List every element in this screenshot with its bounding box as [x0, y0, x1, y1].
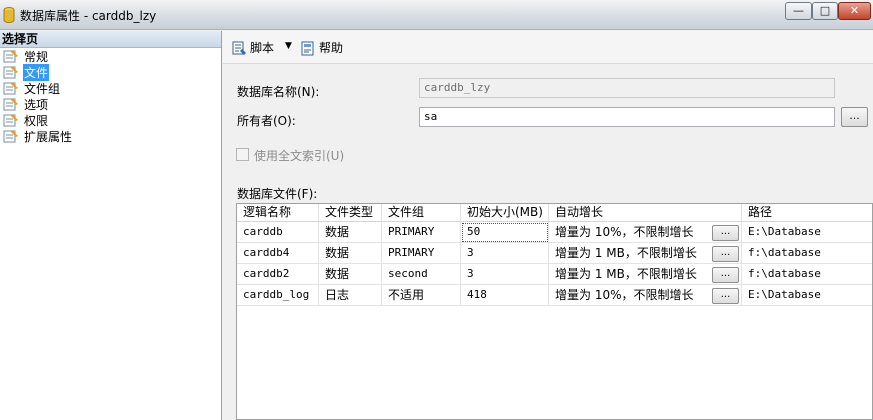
owner-label: 所有者(O):: [237, 114, 296, 128]
fulltext-checkbox[interactable]: [236, 148, 249, 161]
db-files-grid: 逻辑名称 文件类型 文件组 初始大小(MB) 自动增长 路径 carddb 数据 PRIMAR…: [236, 203, 873, 420]
cell-logical[interactable]: carddb2: [237, 264, 319, 285]
column-header[interactable]: 自动增长: [549, 204, 742, 221]
title-bar: 数据库属性 - carddb_lzy — □ ✕: [0, 0, 873, 30]
column-header[interactable]: 初始大小(MB): [461, 204, 549, 221]
page-icon: [3, 97, 19, 111]
growth-edit-button[interactable]: ...: [712, 288, 739, 304]
cell-filegroup[interactable]: 不适用: [382, 285, 461, 306]
page-item[interactable]: 常规: [0, 48, 221, 64]
table-row[interactable]: carddb4 数据 PRIMARY 3 增量为 1 MB，不限制增长... f:\dat…: [237, 243, 872, 264]
page-label: 权限: [24, 113, 49, 128]
page-item[interactable]: 扩展属性: [0, 128, 221, 144]
page-label: 文件组: [24, 81, 61, 96]
db-name-label: 数据库名称(N):: [237, 85, 320, 99]
minimize-button[interactable]: —: [785, 2, 812, 20]
cell-logical[interactable]: carddb_log: [237, 285, 319, 306]
page-item[interactable]: 文件: [0, 63, 221, 81]
cell-type[interactable]: 数据: [319, 264, 382, 285]
cell-path[interactable]: f:\database: [742, 243, 872, 264]
cell-filegroup[interactable]: PRIMARY: [382, 243, 461, 264]
help-button[interactable]: 帮助: [300, 39, 343, 56]
script-icon: [232, 41, 246, 55]
maximize-button[interactable]: □: [812, 2, 838, 20]
table-row[interactable]: carddb_log 日志 不适用 418 增量为 10%，不限制增长... E:\Dat…: [237, 285, 872, 306]
page-icon: [3, 81, 19, 95]
window-title: 数据库属性 - carddb_lzy: [20, 9, 157, 23]
page-item[interactable]: 权限: [0, 112, 221, 128]
cell-path[interactable]: f:\database: [742, 264, 872, 285]
cell-size[interactable]: 50: [461, 222, 549, 243]
column-header[interactable]: 逻辑名称: [237, 204, 319, 221]
growth-edit-button[interactable]: ...: [712, 246, 739, 262]
db-name-field[interactable]: carddb_lzy: [419, 78, 835, 98]
column-header[interactable]: 文件组: [382, 204, 461, 221]
page-list: 常规 文件 文件组 选项 权限 扩展属性: [0, 48, 221, 144]
column-header[interactable]: 路径: [742, 204, 872, 221]
page-label: 常规: [24, 49, 49, 64]
page-selector-pane: 选择页 常规 文件 文件组 选项 权限 扩展属性: [0, 31, 222, 420]
script-label: 脚本: [250, 41, 275, 55]
script-dropdown-arrow-icon[interactable]: ▼: [285, 41, 292, 51]
cell-size[interactable]: 3: [461, 243, 549, 264]
page-label: 文件: [23, 63, 50, 81]
content-pane: 脚本 ▼ 帮助 数据库名称(N): carddb_lzy 所有者(O): sa …: [223, 31, 873, 420]
cell-path[interactable]: E:\Database: [742, 222, 872, 243]
growth-edit-button[interactable]: ...: [712, 267, 739, 283]
owner-browse-button[interactable]: ...: [841, 107, 868, 127]
close-button[interactable]: ✕: [838, 2, 871, 20]
cell-path[interactable]: E:\Database: [742, 285, 872, 306]
table-row[interactable]: carddb2 数据 second 3 增量为 1 MB，不限制增长... f:\data…: [237, 264, 872, 285]
page-icon: [3, 129, 19, 143]
page-selector-header: 选择页: [0, 31, 221, 48]
fulltext-label: 使用全文索引(U): [254, 149, 345, 163]
cell-logical[interactable]: carddb4: [237, 243, 319, 264]
page-item[interactable]: 文件组: [0, 80, 221, 96]
toolbar: 脚本 ▼ 帮助: [223, 31, 873, 64]
column-header[interactable]: 文件类型: [319, 204, 382, 221]
page-item[interactable]: 选项: [0, 96, 221, 112]
script-button[interactable]: 脚本: [231, 39, 274, 56]
page-label: 选项: [24, 97, 49, 112]
help-icon: [301, 41, 314, 55]
owner-field[interactable]: sa: [419, 107, 835, 127]
page-icon: [3, 113, 19, 127]
cell-filegroup[interactable]: second: [382, 264, 461, 285]
page-label: 扩展属性: [24, 129, 73, 144]
grid-header-row: 逻辑名称 文件类型 文件组 初始大小(MB) 自动增长 路径: [237, 204, 872, 222]
cell-size[interactable]: 418: [461, 285, 549, 306]
db-files-label: 数据库文件(F):: [237, 187, 318, 201]
database-icon: [3, 7, 15, 23]
help-label: 帮助: [319, 41, 344, 55]
table-row[interactable]: carddb 数据 PRIMARY 50 增量为 10%，不限制增长... E:\Data…: [237, 222, 872, 243]
growth-edit-button[interactable]: ...: [712, 225, 739, 241]
cell-type[interactable]: 数据: [319, 243, 382, 264]
cell-logical[interactable]: carddb: [237, 222, 319, 243]
cell-type[interactable]: 日志: [319, 285, 382, 306]
cell-filegroup[interactable]: PRIMARY: [382, 222, 461, 243]
page-icon: [3, 49, 19, 63]
cell-size[interactable]: 3: [461, 264, 549, 285]
cell-type[interactable]: 数据: [319, 222, 382, 243]
page-icon: [3, 65, 19, 79]
